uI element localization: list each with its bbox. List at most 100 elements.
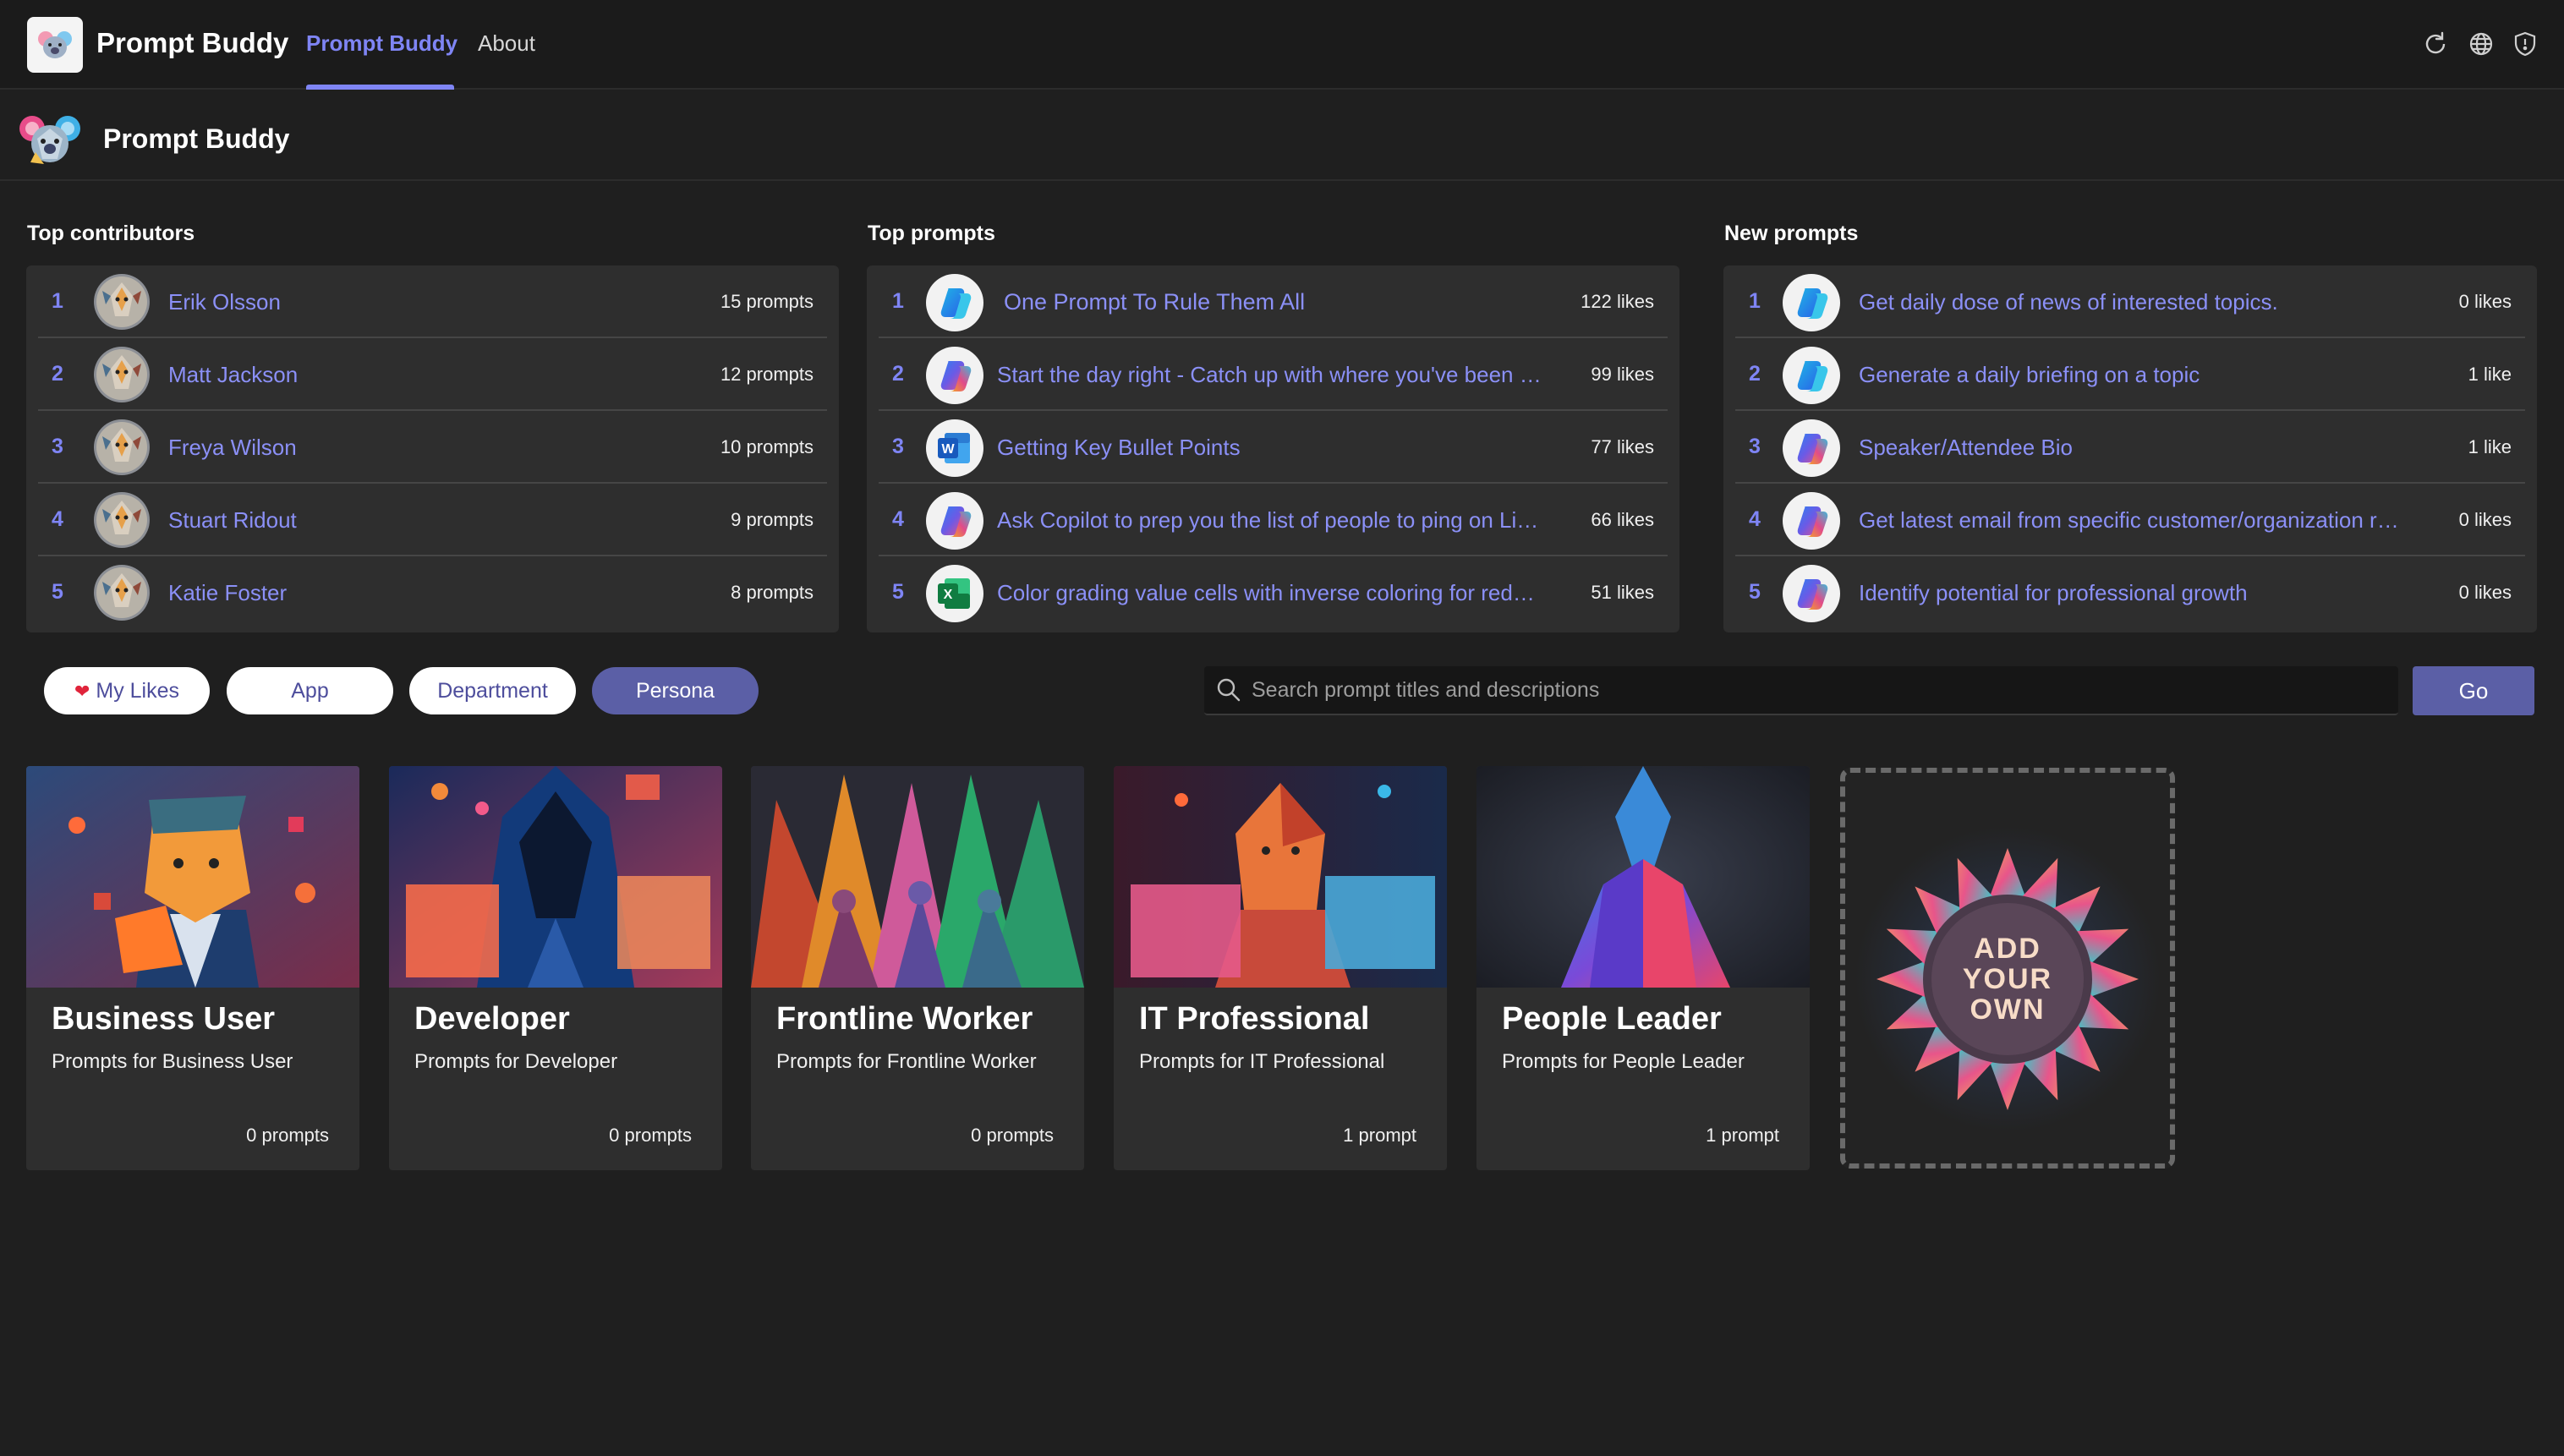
prompt-title-link[interactable]: Color grading value cells with inverse c… — [997, 580, 1547, 606]
persona-card-business-user[interactable]: Business User Prompts for Business User … — [26, 766, 359, 1170]
tab-prompt-buddy[interactable]: Prompt Buddy — [306, 30, 457, 57]
rank-number: 5 — [892, 580, 904, 604]
koala-mascot-icon — [19, 110, 81, 167]
prompt-row: 1 Get daily dose of news of interested t… — [1735, 265, 2525, 338]
prompt-title-link[interactable]: Get daily dose of news of interested top… — [1859, 289, 2408, 315]
top-prompts-heading: Top prompts — [868, 222, 995, 245]
add-your-own-card[interactable]: ADD YOUR OWN — [1840, 768, 2175, 1169]
copilot-icon — [1783, 565, 1840, 622]
go-button[interactable]: Go — [2413, 666, 2534, 715]
page-header: Prompt Buddy — [0, 91, 2564, 181]
prompt-title-link[interactable]: One Prompt To Rule Them All — [1004, 289, 1553, 315]
rank-number: 4 — [1749, 507, 1761, 531]
my-likes-filter-pill[interactable]: ❤ My Likes — [44, 667, 210, 714]
contributor-name-link[interactable]: Stuart Ridout — [168, 507, 693, 534]
avatar — [94, 419, 150, 475]
persona-card-frontline-worker[interactable]: Frontline Worker Prompts for Frontline W… — [751, 766, 1084, 1170]
persona-title: Business User — [52, 1001, 276, 1037]
contributor-row: 1 Erik Olsson 15 prompts — [38, 265, 827, 338]
persona-title: Developer — [414, 1001, 570, 1037]
persona-title: People Leader — [1502, 1001, 1722, 1037]
department-filter-pill[interactable]: Department — [409, 667, 576, 714]
persona-description: Prompts for Business User — [52, 1050, 293, 1073]
pill-label: My Likes — [96, 679, 180, 703]
copilot-icon — [1783, 419, 1840, 477]
search-box — [1204, 666, 2398, 715]
prompt-title-link[interactable]: Generate a daily briefing on a topic — [1859, 362, 2408, 388]
contributor-name-link[interactable]: Matt Jackson — [168, 362, 693, 388]
add-your-own-line2: YOUR — [1962, 963, 2053, 995]
like-count: 99 likes — [1591, 364, 1654, 385]
prompt-row: 3 W Getting Key Bullet Points 77 likes — [879, 411, 1668, 484]
search-input[interactable] — [1252, 666, 2385, 714]
prompt-count: 12 prompts — [720, 364, 814, 385]
prompt-title-link[interactable]: Identify potential for professional grow… — [1859, 580, 2408, 606]
svg-text:X: X — [944, 588, 953, 602]
persona-description: Prompts for Developer — [414, 1050, 618, 1073]
people-leader-illustration — [1476, 766, 1810, 988]
prompt-row: 2 Generate a daily briefing on a topic 1… — [1735, 338, 2525, 411]
refresh-icon[interactable] — [2422, 30, 2449, 57]
persona-description: Prompts for Frontline Worker — [776, 1050, 1037, 1073]
persona-filter-pill[interactable]: Persona — [592, 667, 759, 714]
like-count: 51 likes — [1591, 582, 1654, 603]
prompt-title-link[interactable]: Start the day right - Catch up with wher… — [997, 362, 1547, 388]
avatar — [94, 347, 150, 402]
avatar — [94, 565, 150, 621]
rank-number: 1 — [892, 289, 904, 313]
search-icon — [1216, 677, 1241, 707]
persona-prompt-count: 0 prompts — [246, 1125, 329, 1146]
app-filter-pill[interactable]: App — [227, 667, 393, 714]
rank-number: 5 — [1749, 580, 1761, 604]
prompt-row: 4 Ask Copilot to prep you the list of pe… — [879, 484, 1668, 556]
persona-prompt-count: 0 prompts — [609, 1125, 692, 1146]
active-tab-indicator — [306, 85, 454, 90]
tab-about[interactable]: About — [478, 30, 535, 57]
persona-card-it-professional[interactable]: IT Professional Prompts for IT Professio… — [1114, 766, 1447, 1170]
prompt-row: 3 Speaker/Attendee Bio 1 like — [1735, 411, 2525, 484]
like-count: 1 like — [2468, 436, 2512, 457]
prompt-count: 10 prompts — [720, 436, 814, 457]
rank-number: 1 — [1749, 289, 1761, 313]
contributor-name-link[interactable]: Erik Olsson — [168, 289, 693, 315]
copilot-icon — [1783, 492, 1840, 550]
shield-icon[interactable] — [2512, 30, 2539, 57]
app-logo-icon — [27, 17, 83, 73]
persona-prompt-count: 0 prompts — [971, 1125, 1054, 1146]
persona-prompt-count: 1 prompt — [1706, 1125, 1779, 1146]
persona-title: IT Professional — [1139, 1001, 1370, 1037]
rank-number: 3 — [892, 435, 904, 458]
prompt-title-link[interactable]: Ask Copilot to prep you the list of peop… — [997, 507, 1547, 534]
globe-icon[interactable] — [2468, 30, 2495, 57]
prompt-title-link[interactable]: Get latest email from specific customer/… — [1859, 507, 2408, 534]
persona-card-developer[interactable]: Developer Prompts for Developer 0 prompt… — [389, 766, 722, 1170]
new-prompts-panel: 1 Get daily dose of news of interested t… — [1723, 265, 2537, 632]
persona-card-people-leader[interactable]: People Leader Prompts for People Leader … — [1476, 766, 1810, 1170]
copilot-blue-icon — [1783, 347, 1840, 404]
contributor-name-link[interactable]: Freya Wilson — [168, 435, 693, 461]
contributor-name-link[interactable]: Katie Foster — [168, 580, 693, 606]
persona-prompt-count: 1 prompt — [1343, 1125, 1416, 1146]
like-count: 0 likes — [2458, 509, 2512, 530]
like-count: 0 likes — [2458, 291, 2512, 312]
add-your-own-line3: OWN — [1970, 993, 2046, 1026]
rank-number: 4 — [52, 507, 63, 531]
copilot-blue-icon — [1783, 274, 1840, 331]
word-icon: W — [926, 419, 983, 477]
copilot-blue-icon — [926, 274, 983, 331]
add-your-own-line1: ADD — [1974, 933, 2041, 965]
prompt-count: 15 prompts — [720, 291, 814, 312]
contributor-row: 3 Freya Wilson 10 prompts — [38, 411, 827, 484]
prompt-title-link[interactable]: Speaker/Attendee Bio — [1859, 435, 2408, 461]
prompt-row: 5 X Color grading value cells with inver… — [879, 556, 1668, 629]
prompt-row: 2 Start the day right - Catch up with wh… — [879, 338, 1668, 411]
prompt-title-link[interactable]: Getting Key Bullet Points — [997, 435, 1547, 461]
prompt-row: 1 One Prompt To Rule Them All 122 likes — [879, 265, 1668, 338]
new-prompts-heading: New prompts — [1724, 222, 1859, 245]
top-prompts-panel: 1 One Prompt To Rule Them All 122 likes … — [867, 265, 1679, 632]
prompt-row: 4 Get latest email from specific custome… — [1735, 484, 2525, 556]
prompt-count: 8 prompts — [731, 582, 814, 603]
avatar — [94, 492, 150, 548]
svg-text:W: W — [941, 442, 955, 457]
rank-number: 2 — [1749, 362, 1761, 386]
